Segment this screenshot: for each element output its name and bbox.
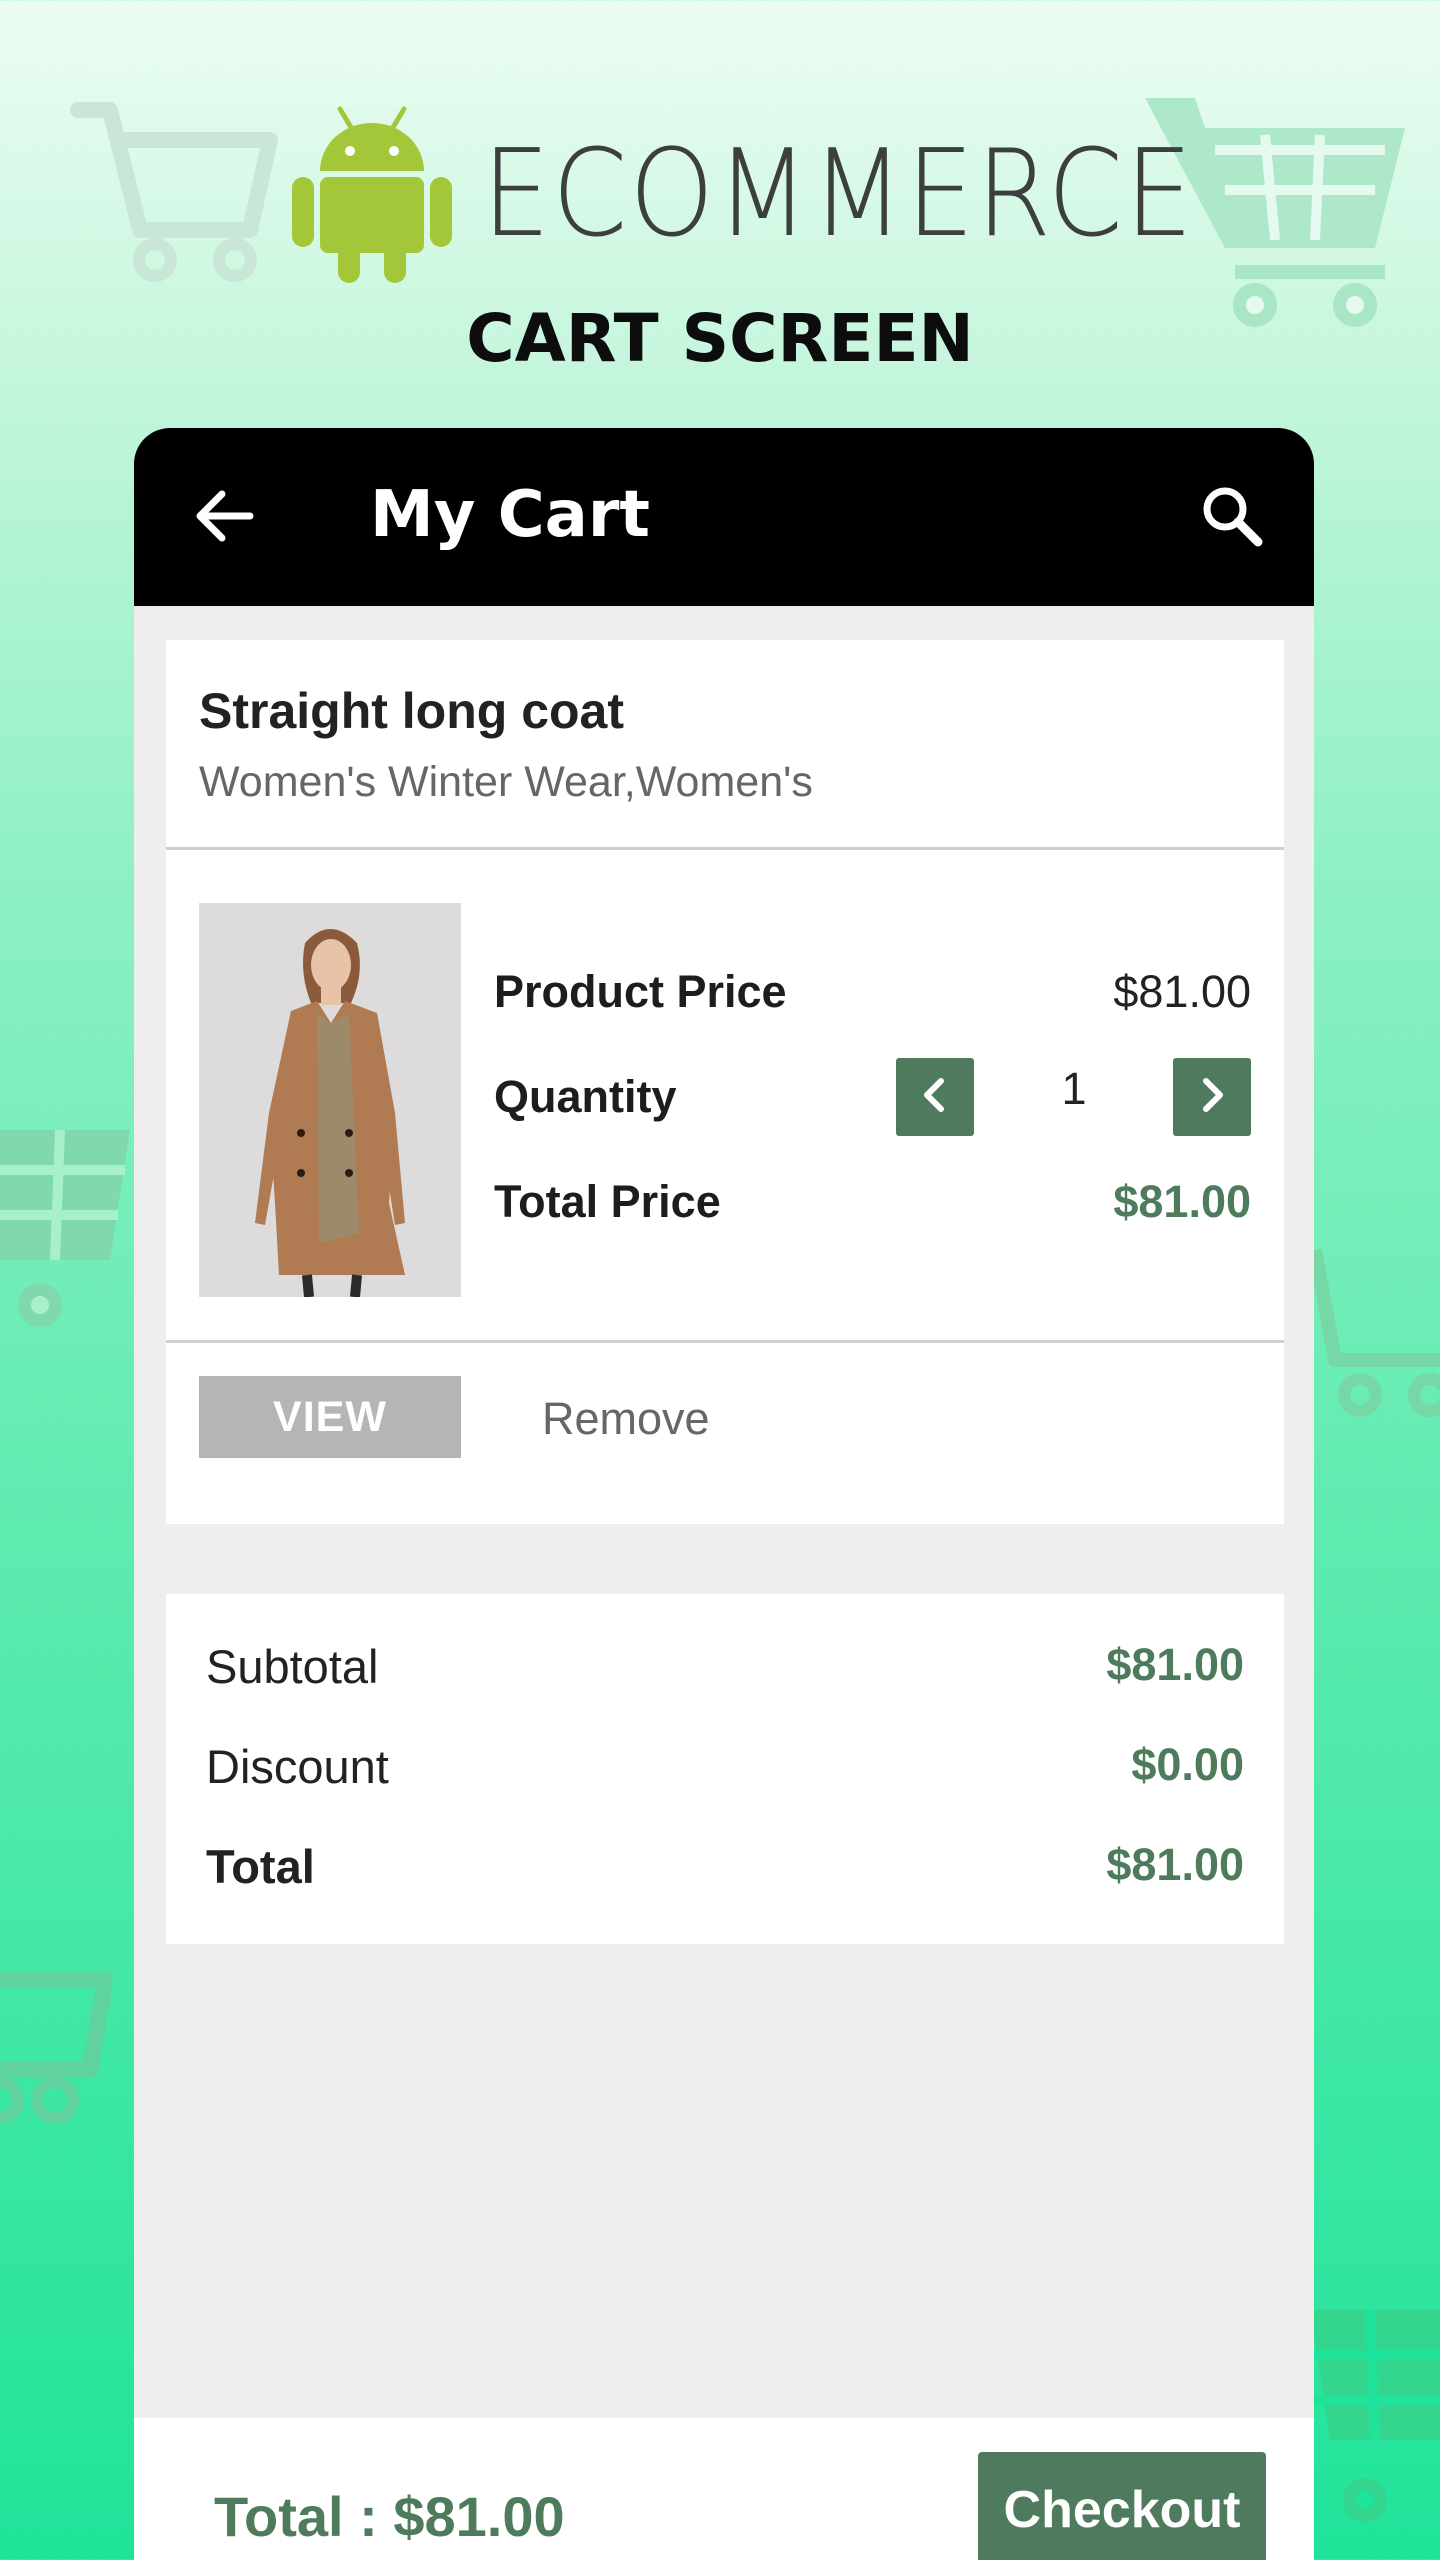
product-price-value: $81.00 bbox=[1113, 966, 1251, 1017]
total-price-value: $81.00 bbox=[1113, 1176, 1251, 1227]
total-value: $81.00 bbox=[1106, 1839, 1244, 1890]
subtotal-value: $81.00 bbox=[1106, 1639, 1244, 1690]
arrow-left-icon[interactable] bbox=[194, 488, 254, 549]
cart-watermark-icon bbox=[0, 1960, 140, 2130]
chevron-right-icon bbox=[1192, 1075, 1232, 1120]
android-icon bbox=[292, 103, 452, 288]
page-title: My Cart bbox=[370, 478, 650, 552]
total-label: Total bbox=[206, 1840, 315, 1893]
discount-label: Discount bbox=[206, 1740, 389, 1793]
quantity-increase-button[interactable] bbox=[1173, 1058, 1251, 1136]
quantity-value: 1 bbox=[1061, 1063, 1087, 1114]
product-image[interactable] bbox=[199, 903, 461, 1297]
cart-watermark-icon bbox=[0, 1110, 140, 1340]
bottom-total: Total : $81.00 bbox=[214, 2485, 565, 2548]
item-actions: VIEW Remove bbox=[166, 1343, 1284, 1524]
brand-wordmark: ECOMMERCE bbox=[482, 125, 1195, 264]
brand-header: ECOMMERCE bbox=[0, 95, 1440, 285]
cart-item-card: Straight long coat Women's Winter Wear,W… bbox=[166, 640, 1284, 1524]
product-price-label: Product Price bbox=[494, 966, 787, 1017]
checkout-bar: Total : $81.00 Checkout bbox=[134, 2418, 1314, 2560]
item-name[interactable]: Straight long coat bbox=[199, 682, 624, 740]
checkout-button[interactable]: Checkout bbox=[978, 2452, 1266, 2560]
subtotal-label: Subtotal bbox=[206, 1640, 379, 1693]
item-category: Women's Winter Wear,Women's bbox=[199, 758, 813, 806]
view-button[interactable]: VIEW bbox=[199, 1376, 461, 1458]
total-price-label: Total Price bbox=[494, 1176, 721, 1227]
quantity-label: Quantity bbox=[494, 1071, 677, 1122]
remove-button[interactable]: Remove bbox=[542, 1393, 710, 1445]
search-icon[interactable] bbox=[1200, 484, 1264, 553]
app-bar: My Cart bbox=[134, 428, 1314, 606]
item-details: Product Price $81.00 Quantity 1 Total Pr… bbox=[166, 853, 1284, 1343]
chevron-left-icon bbox=[915, 1075, 955, 1120]
item-header: Straight long coat Women's Winter Wear,W… bbox=[166, 640, 1284, 850]
quantity-decrease-button[interactable] bbox=[896, 1058, 974, 1136]
cart-watermark-icon bbox=[1310, 2300, 1440, 2530]
screen-title: CART SCREEN bbox=[466, 300, 974, 377]
order-summary-card: Subtotal $81.00 Discount $0.00 Total $81… bbox=[166, 1594, 1284, 1944]
phone-screen: My Cart Straight long coat Women's Winte… bbox=[134, 428, 1314, 2560]
discount-value: $0.00 bbox=[1131, 1739, 1244, 1790]
cart-watermark-icon bbox=[1310, 1240, 1440, 1420]
